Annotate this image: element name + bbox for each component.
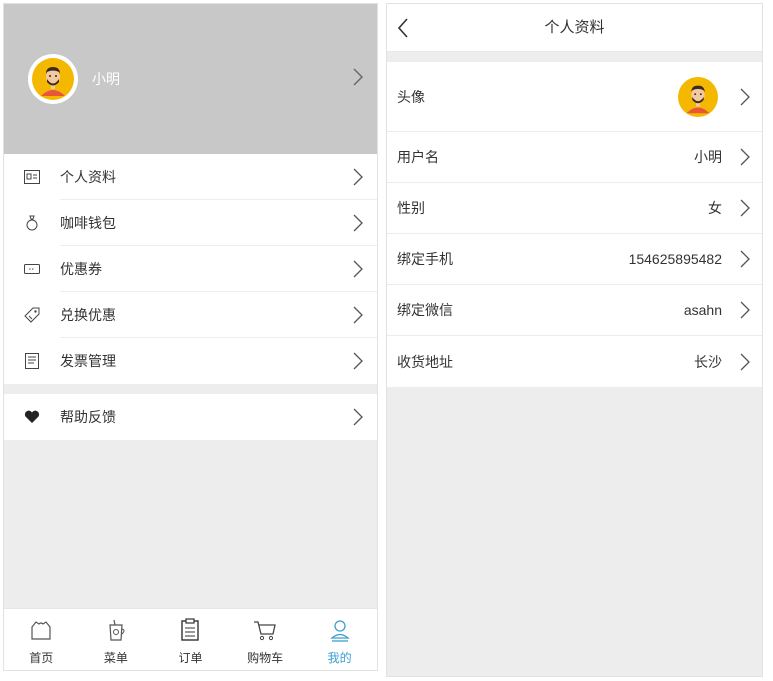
chevron-right-icon bbox=[740, 250, 750, 268]
tab-cart[interactable]: 购物车 bbox=[228, 609, 303, 670]
tab-menu[interactable]: 菜单 bbox=[79, 609, 154, 670]
tag-icon bbox=[24, 307, 40, 323]
row-username[interactable]: 用户名 小明 bbox=[387, 132, 762, 183]
page-title: 个人资料 bbox=[544, 19, 605, 36]
home-icon bbox=[31, 621, 51, 640]
menu-item-label: 兑换优惠 bbox=[60, 292, 377, 338]
row-label: 性别 bbox=[397, 200, 425, 216]
row-value: 小明 bbox=[694, 149, 722, 165]
wallet-icon bbox=[26, 215, 38, 231]
row-value: 154625895482 bbox=[628, 251, 722, 267]
row-label: 绑定手机 bbox=[397, 251, 453, 267]
tab-label: 购物车 bbox=[247, 651, 284, 665]
invoice-icon bbox=[25, 353, 39, 369]
tab-mine[interactable]: 我的 bbox=[302, 609, 377, 670]
menu-item-label: 个人资料 bbox=[60, 154, 377, 200]
menu-item-label: 咖啡钱包 bbox=[60, 200, 377, 246]
chevron-right-icon bbox=[353, 68, 363, 86]
clipboard-icon bbox=[181, 618, 200, 641]
menu-item-wallet[interactable]: 咖啡钱包 bbox=[4, 200, 377, 246]
profile-info-list: 头像 用户名 小明 性别 女 绑定手机 154625895482 绑定微信 as… bbox=[387, 62, 762, 387]
menu-item-redeem[interactable]: 兑换优惠 bbox=[4, 292, 377, 338]
chevron-right-icon bbox=[353, 260, 363, 278]
cart-icon bbox=[254, 621, 276, 641]
top-navbar: 个人资料 bbox=[387, 4, 762, 52]
menu-item-label: 优惠券 bbox=[60, 246, 377, 292]
row-gender[interactable]: 性别 女 bbox=[387, 183, 762, 234]
row-value: 长沙 bbox=[694, 353, 722, 370]
chevron-right-icon bbox=[740, 353, 750, 370]
id-card-icon bbox=[24, 170, 40, 184]
tab-label: 订单 bbox=[178, 651, 203, 665]
coupon-icon bbox=[24, 264, 40, 274]
menu-item-label: 帮助反馈 bbox=[60, 409, 116, 425]
menu-item-coupons[interactable]: 优惠券 bbox=[4, 246, 377, 292]
bottom-tabbar: 首页 菜单 订单 购物车 我的 bbox=[4, 608, 377, 670]
tab-orders[interactable]: 订单 bbox=[153, 609, 228, 670]
row-label: 用户名 bbox=[397, 149, 439, 165]
row-wechat[interactable]: 绑定微信 asahn bbox=[387, 285, 762, 336]
cup-icon bbox=[109, 619, 125, 641]
chevron-right-icon bbox=[353, 306, 363, 324]
user-icon bbox=[329, 620, 350, 642]
menu-item-invoice[interactable]: 发票管理 bbox=[4, 338, 377, 384]
row-label: 绑定微信 bbox=[397, 302, 453, 318]
avatar-image bbox=[32, 58, 74, 100]
heart-icon bbox=[24, 410, 40, 423]
menu-item-label: 发票管理 bbox=[60, 353, 116, 369]
avatar-image bbox=[678, 76, 718, 117]
row-value: asahn bbox=[683, 302, 722, 318]
menu-item-profile[interactable]: 个人资料 bbox=[4, 154, 377, 200]
menu-item-help-feedback[interactable]: 帮助反馈 bbox=[4, 394, 377, 440]
profile-name: 小明 bbox=[92, 71, 120, 87]
row-address[interactable]: 收货地址 长沙 bbox=[387, 336, 762, 387]
my-page-panel: 小明 个人资料 咖啡钱包 优惠券 兑换优惠 发票管理 帮助反馈 首页 菜单 订单… bbox=[3, 3, 378, 671]
chevron-right-icon bbox=[740, 199, 750, 217]
profile-detail-panel: 个人资料 头像 用户名 小明 性别 女 绑定手机 154625895482 绑定… bbox=[386, 3, 763, 677]
menu-group-account: 个人资料 咖啡钱包 优惠券 兑换优惠 发票管理 bbox=[4, 154, 377, 384]
chevron-right-icon bbox=[740, 148, 750, 166]
chevron-right-icon bbox=[353, 408, 363, 426]
row-avatar[interactable]: 头像 bbox=[387, 62, 762, 132]
row-phone[interactable]: 绑定手机 154625895482 bbox=[387, 234, 762, 285]
row-label: 头像 bbox=[397, 88, 425, 105]
chevron-right-icon bbox=[740, 88, 750, 105]
tab-home[interactable]: 首页 bbox=[4, 609, 79, 670]
chevron-right-icon bbox=[353, 168, 363, 186]
tab-label: 首页 bbox=[29, 651, 54, 665]
row-label: 收货地址 bbox=[397, 353, 453, 370]
menu-group-help: 帮助反馈 bbox=[4, 394, 377, 440]
profile-header[interactable]: 小明 bbox=[4, 4, 377, 154]
chevron-right-icon bbox=[740, 301, 750, 319]
tab-label: 菜单 bbox=[103, 651, 128, 665]
chevron-right-icon bbox=[353, 352, 363, 370]
chevron-right-icon bbox=[353, 214, 363, 232]
profile-avatar bbox=[28, 54, 78, 104]
row-value: 女 bbox=[708, 200, 722, 216]
tab-label: 我的 bbox=[327, 651, 352, 665]
